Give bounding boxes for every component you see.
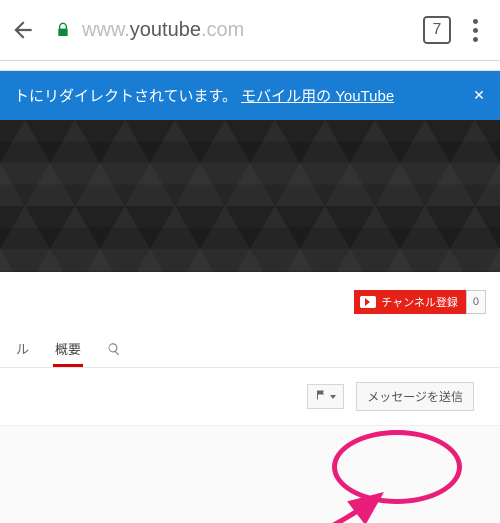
page-content: トにリダイレクトされています。 モバイル用の YouTube ✕ チャンネル登録…: [0, 61, 500, 523]
redirect-banner: トにリダイレクトされています。 モバイル用の YouTube ✕: [0, 71, 500, 120]
url-scheme: www.: [82, 19, 130, 41]
subscribe-label: チャンネル登録: [381, 294, 458, 310]
tab-about[interactable]: 概要: [53, 329, 83, 366]
channel-actions: メッセージを送信: [0, 368, 500, 426]
channel-tabs: ル 概要: [0, 328, 500, 368]
tab-count: 7: [433, 21, 442, 39]
banner-pattern: [0, 120, 500, 272]
chevron-down-icon: [330, 395, 336, 399]
flag-icon: [315, 389, 327, 404]
lock-icon: [54, 21, 72, 39]
subscribe-red: チャンネル登録: [354, 290, 466, 314]
send-message-button[interactable]: メッセージを送信: [356, 382, 474, 411]
subscriber-count: 0: [466, 290, 486, 314]
flag-button[interactable]: [307, 384, 344, 409]
url-text: www.youtube.com: [82, 19, 244, 42]
url-bar[interactable]: www.youtube.com: [54, 8, 405, 52]
browser-toolbar: www.youtube.com 7: [0, 0, 500, 60]
url-tld: .com: [201, 19, 244, 41]
search-icon[interactable]: [105, 332, 123, 364]
tab-cut[interactable]: ル: [14, 329, 31, 366]
page-top-spacer: [0, 61, 500, 71]
close-icon[interactable]: ✕: [470, 87, 488, 105]
banner-text: トにリダイレクトされています。: [14, 85, 237, 106]
youtube-icon: [360, 296, 376, 308]
banner-link[interactable]: モバイル用の YouTube: [241, 85, 394, 106]
url-host: youtube: [130, 19, 201, 41]
tab-switcher[interactable]: 7: [423, 16, 451, 44]
subscribe-button[interactable]: チャンネル登録 0: [354, 290, 486, 314]
overflow-menu-icon[interactable]: [469, 15, 482, 46]
annotation-arrow: [230, 481, 410, 523]
subscribe-row: チャンネル登録 0: [0, 272, 500, 328]
channel-banner: [0, 120, 500, 272]
back-icon[interactable]: [10, 17, 36, 43]
